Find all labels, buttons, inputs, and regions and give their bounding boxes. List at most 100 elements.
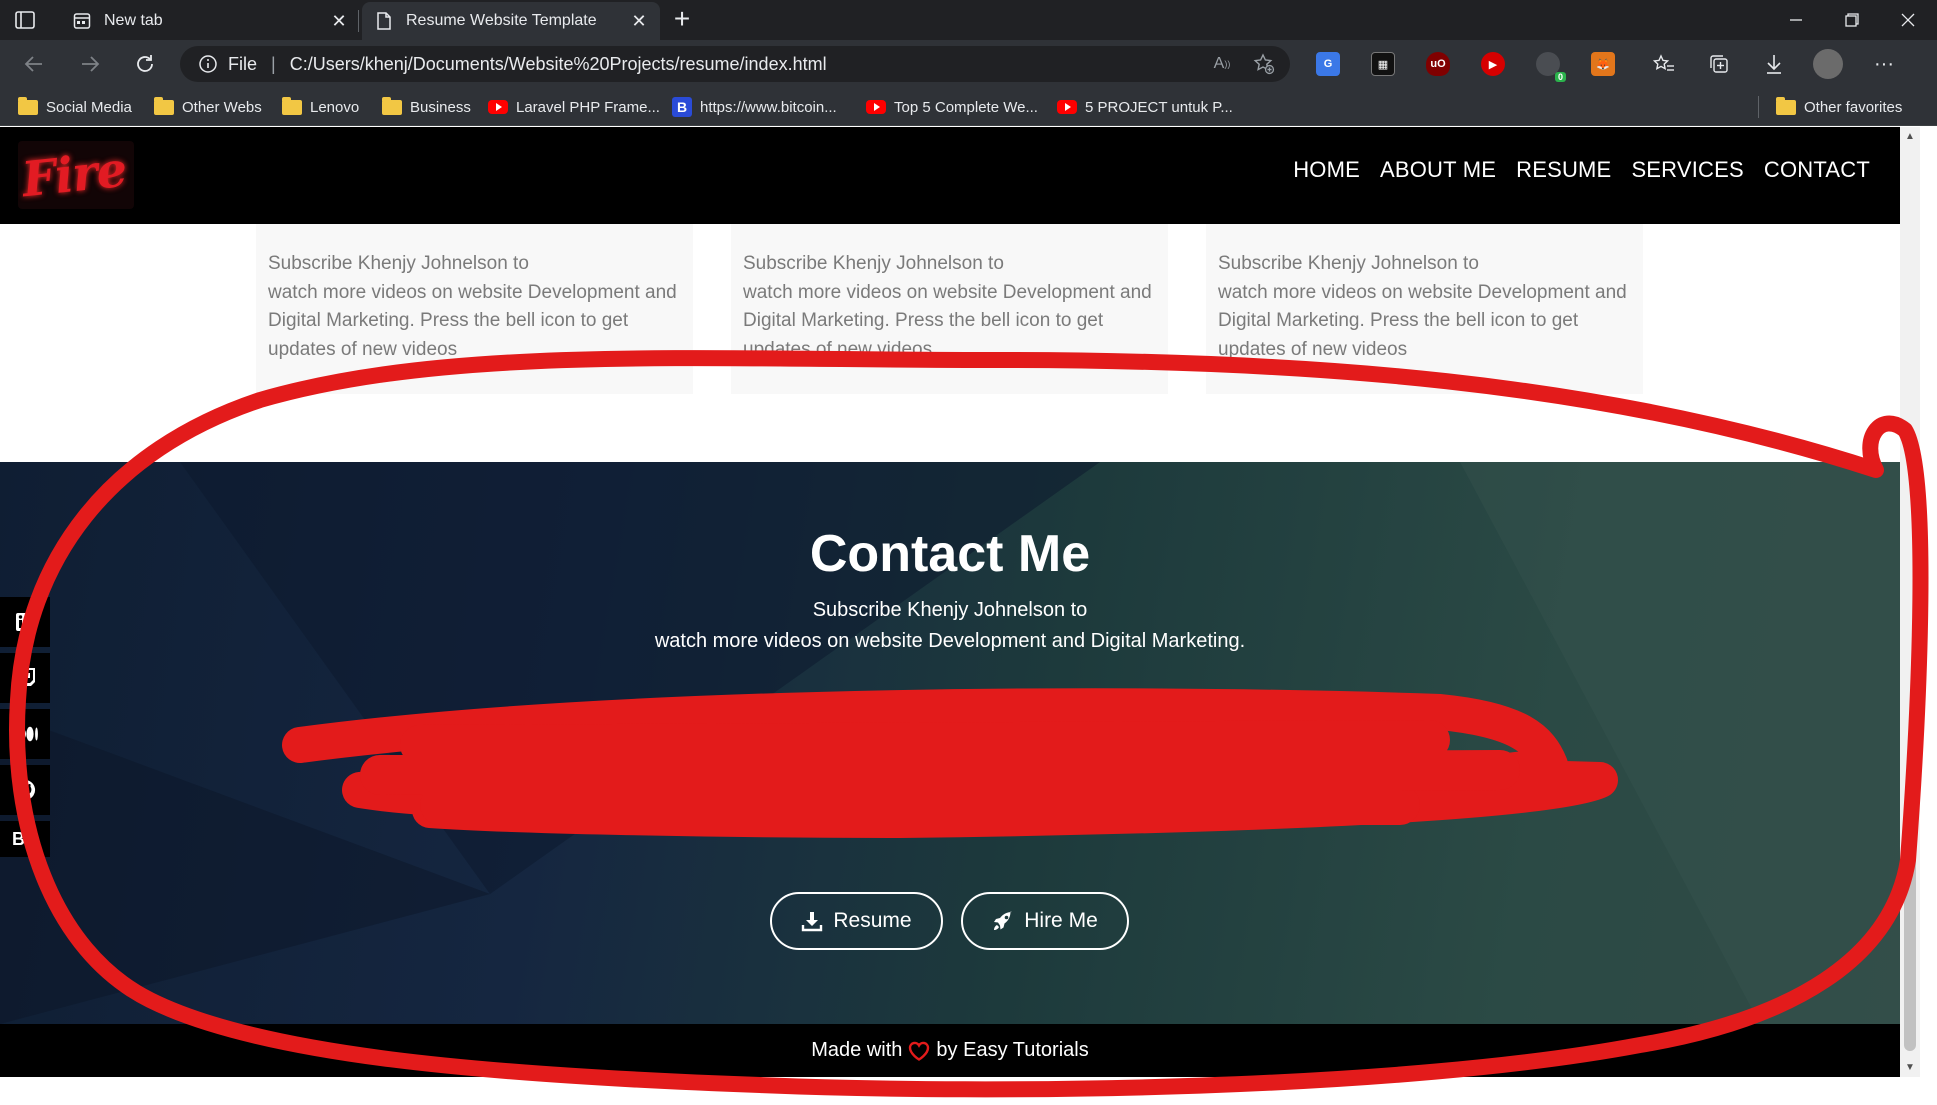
bookmark-business[interactable]: Business — [382, 96, 471, 118]
card-line: Subscribe Khenjy Johnelson to — [268, 253, 529, 274]
site-info-icon[interactable] — [198, 54, 218, 74]
back-arrow-icon[interactable] — [20, 50, 48, 78]
scrollbar-thumb[interactable] — [1904, 843, 1916, 1051]
services-cards: Subscribe Khenjy Johnelson to watch more… — [0, 224, 1900, 462]
social-sidebar: B — [0, 597, 50, 857]
calculator-extension-icon[interactable]: ▦ — [1371, 52, 1395, 76]
new-tab-plus-icon[interactable]: + — [668, 5, 696, 34]
site-header: Fire HOME ABOUT ME RESUME SERVICES CONTA… — [0, 127, 1900, 224]
bookmark-lenovo[interactable]: Lenovo — [282, 96, 359, 118]
speed-extension-icon[interactable]: 0 — [1536, 52, 1566, 82]
heart-icon — [908, 1041, 930, 1061]
folder-icon — [1776, 96, 1796, 115]
bookmark-other-favorites[interactable]: Other favorites — [1776, 96, 1902, 118]
site-footer: Made with by Easy Tutorials — [0, 1024, 1900, 1077]
bookmark-label: Other favorites — [1804, 98, 1903, 116]
restore-icon[interactable] — [1824, 0, 1880, 40]
nav-services[interactable]: SERVICES — [1631, 157, 1743, 183]
metamask-fox-icon[interactable]: 🦊 — [1591, 52, 1615, 76]
browser-toolbar: File | C:/Users/khenj/Documents/Website%… — [0, 40, 1937, 88]
social-b-letter: B — [12, 828, 25, 849]
tab-new-tab[interactable]: New tab ✕ — [60, 2, 360, 40]
folder-icon — [18, 96, 38, 115]
nav-about-me[interactable]: ABOUT ME — [1380, 157, 1496, 183]
bookmark-5-project[interactable]: 5 PROJECT untuk P... — [1057, 96, 1233, 118]
card-body: watch more videos on website Development… — [743, 281, 1152, 360]
bookmark-label: Lenovo — [310, 98, 360, 116]
site-logo[interactable]: Fire — [18, 141, 134, 209]
close-window-icon[interactable] — [1880, 0, 1936, 40]
contact-buttons: Resume Hire Me — [0, 892, 1900, 950]
youtube-icon — [488, 100, 508, 114]
bookmark-label: Laravel PHP Frame... — [516, 98, 660, 116]
service-card: Subscribe Khenjy Johnelson to watch more… — [731, 224, 1168, 394]
more-menu-icon[interactable]: ··· — [1870, 50, 1898, 78]
resume-button-label: Resume — [833, 909, 912, 932]
resume-download-button[interactable]: Resume — [770, 892, 943, 950]
address-bar[interactable]: File | C:/Users/khenj/Documents/Website%… — [180, 46, 1290, 82]
url-text[interactable]: C:/Users/khenj/Documents/Website%20Proje… — [290, 54, 1206, 75]
bookmark-social-media[interactable]: Social Media — [18, 96, 132, 118]
bookmark-top5[interactable]: Top 5 Complete We... — [866, 96, 1038, 118]
b-icon[interactable]: B — [0, 821, 50, 857]
card-body: watch more videos on website Development… — [1218, 281, 1627, 360]
linkedin-icon[interactable] — [0, 597, 50, 647]
download-icon — [801, 910, 823, 932]
bookmark-label: Top 5 Complete We... — [894, 98, 1038, 116]
scroll-up-arrow-icon[interactable]: ▲ — [1900, 131, 1920, 142]
ublock-shield-icon[interactable]: uO — [1426, 52, 1450, 76]
new-tab-page-icon — [72, 11, 92, 31]
nav-home[interactable]: HOME — [1293, 157, 1360, 183]
bookmark-bitcoin[interactable]: Bhttps://www.bitcoin... — [672, 96, 837, 118]
bookmark-other-webs[interactable]: Other Webs — [154, 96, 262, 118]
scroll-down-arrow-icon[interactable]: ▼ — [1900, 1062, 1920, 1073]
rocket-icon — [992, 910, 1014, 932]
bookmark-label: 5 PROJECT untuk P... — [1085, 98, 1233, 116]
page-viewport: Fire HOME ABOUT ME RESUME SERVICES CONTA… — [0, 127, 1900, 1077]
youtube-icon — [866, 100, 886, 114]
url-divider: | — [271, 53, 276, 74]
tab-actions-icon[interactable] — [14, 9, 36, 31]
card-line: Subscribe Khenjy Johnelson to — [743, 253, 1004, 274]
translate-extension-icon[interactable]: G — [1316, 52, 1340, 76]
nav-contact[interactable]: CONTACT — [1764, 157, 1870, 183]
medium-icon[interactable] — [0, 709, 50, 759]
page-scrollbar[interactable]: ▲ ▼ — [1900, 127, 1920, 1077]
forward-arrow-icon[interactable] — [76, 50, 104, 78]
bookmark-label: Social Media — [46, 98, 132, 116]
refresh-icon[interactable] — [131, 50, 159, 78]
service-card: Subscribe Khenjy Johnelson to watch more… — [256, 224, 693, 394]
add-favorite-star-icon[interactable] — [1248, 48, 1280, 80]
bookmarks-divider — [1758, 96, 1759, 118]
twitch-icon[interactable] — [0, 653, 50, 703]
downloads-icon[interactable] — [1760, 50, 1788, 78]
favorites-icon[interactable] — [1650, 50, 1678, 78]
contact-line-2: watch more videos on website Development… — [654, 630, 1246, 652]
collections-icon[interactable] — [1705, 50, 1733, 78]
logo-text: Fire — [19, 141, 129, 209]
youtube-extension-icon[interactable]: ▶ — [1481, 52, 1505, 76]
nav-resume[interactable]: RESUME — [1516, 157, 1611, 183]
folder-icon — [282, 96, 302, 115]
tab-resume-website-template[interactable]: Resume Website Template ✕ — [362, 2, 660, 40]
b-icon: B — [672, 97, 692, 117]
hire-me-button[interactable]: Hire Me — [961, 892, 1129, 950]
youtube-icon — [1057, 100, 1077, 114]
minimize-icon[interactable] — [1768, 0, 1824, 40]
contact-title: Contact Me — [809, 525, 1091, 583]
close-tab-icon[interactable]: ✕ — [330, 11, 348, 31]
read-aloud-icon[interactable]: A)) — [1206, 48, 1238, 80]
folder-icon — [154, 96, 174, 115]
footer-text-before: Made with — [811, 1039, 903, 1061]
close-tab-icon[interactable]: ✕ — [630, 11, 648, 31]
github-icon[interactable] — [0, 765, 50, 815]
bookmark-laravel[interactable]: Laravel PHP Frame... — [488, 96, 660, 118]
bookmark-label: Business — [410, 98, 471, 116]
tab-title: Resume Website Template — [406, 12, 597, 29]
tab-bar: New tab ✕ Resume Website Template ✕ + — [0, 0, 1937, 40]
document-icon — [374, 11, 394, 31]
bookmark-label: https://www.bitcoin... — [700, 98, 837, 116]
profile-avatar[interactable] — [1813, 49, 1843, 79]
bookmark-label: Other Webs — [182, 98, 262, 116]
contact-subtitle: Subscribe Khenjy Johnelson to watch more… — [0, 595, 1900, 657]
